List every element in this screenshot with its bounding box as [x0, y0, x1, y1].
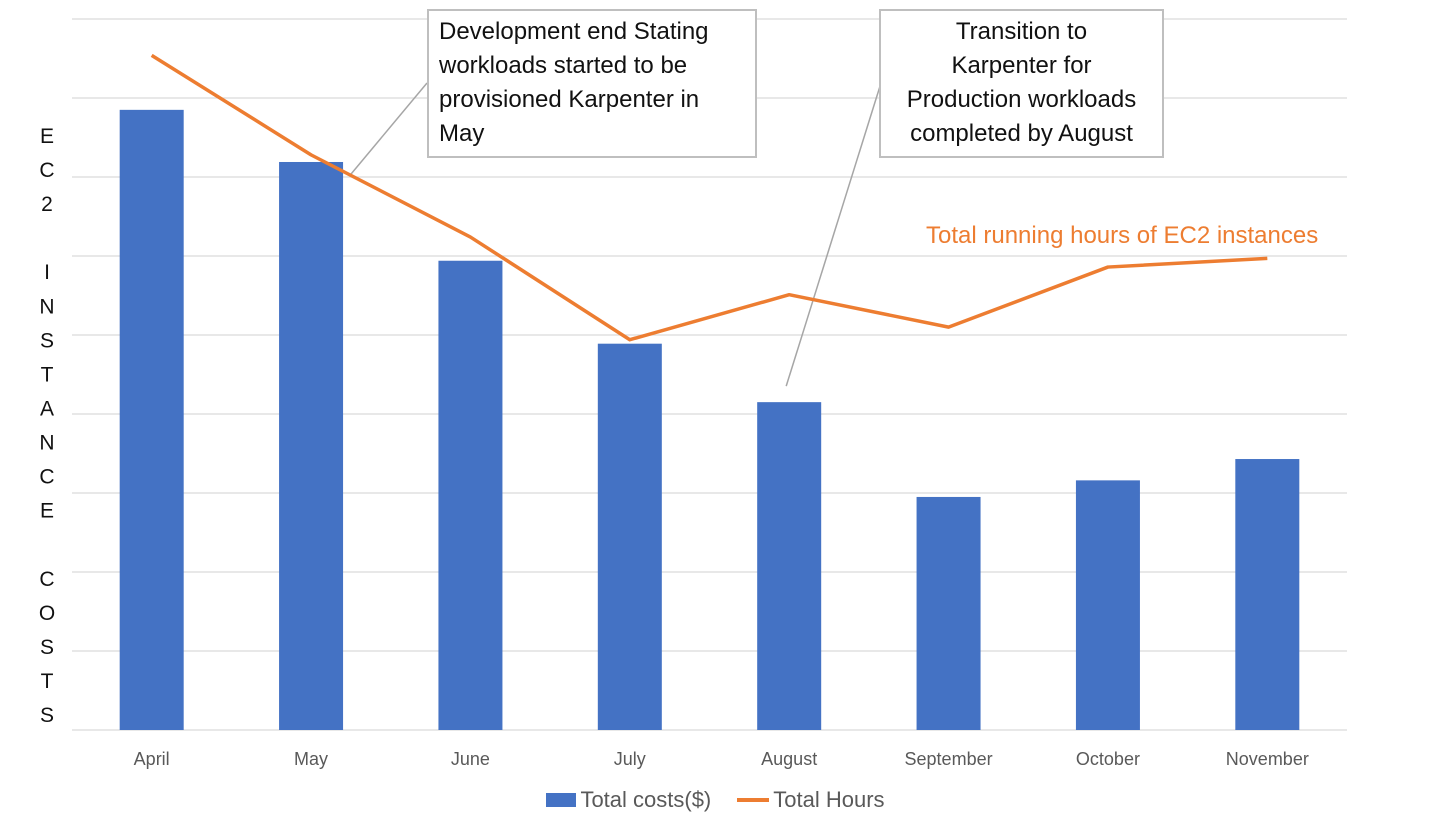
callout-line: provisioned Karpenter in: [439, 86, 700, 113]
callout-line: completed by August: [910, 120, 1133, 147]
x-tick-label: September: [905, 749, 993, 769]
legend-line-swatch: [737, 798, 770, 802]
callout-line: May: [439, 120, 485, 147]
x-tick-label: June: [451, 749, 490, 769]
bar-may: [279, 161, 344, 731]
legend-item-costs[interactable]: Total costs($): [546, 787, 711, 813]
x-tick-label: November: [1226, 749, 1309, 769]
y-axis-label-letter: S: [40, 636, 54, 659]
x-tick-label: July: [614, 749, 646, 769]
bar-series: [119, 109, 1300, 731]
callout-may: Development end Stating workloads starte…: [427, 9, 757, 158]
legend-bar-swatch: [546, 793, 577, 807]
x-tick-label: April: [134, 749, 170, 769]
y-axis-label-letter: N: [39, 295, 54, 318]
legend-label: Total Hours: [773, 787, 885, 812]
y-axis-label-letter: S: [40, 329, 54, 352]
callout-line: Karpenter for: [951, 52, 1092, 79]
y-axis-label-letter: S: [40, 704, 54, 727]
bar-october: [1075, 480, 1140, 730]
y-axis-label-letter: E: [40, 500, 54, 523]
y-axis-label: EC2INSTANCECOSTS: [39, 125, 55, 727]
y-axis-label-letter: T: [41, 363, 54, 386]
x-tick-label: October: [1076, 749, 1140, 769]
y-axis-label-letter: E: [40, 125, 54, 148]
y-axis-label-letter: N: [39, 432, 54, 455]
x-tick-label: May: [294, 749, 328, 769]
x-tick-label: August: [761, 749, 817, 769]
bar-july: [597, 343, 662, 730]
leader-line-may: [350, 82, 428, 175]
y-axis-label-letter: O: [39, 602, 55, 625]
y-axis-label-letter: T: [41, 670, 54, 693]
callout-line: Transition to: [955, 18, 1088, 45]
y-axis-label-letter: C: [39, 568, 54, 591]
leader-line-august: [785, 82, 882, 387]
callout-line: Production workloads: [906, 86, 1137, 113]
bar-june: [438, 260, 503, 730]
y-axis-label-letter: 2: [41, 193, 53, 216]
callout-line: Development end Stating: [439, 18, 709, 45]
y-axis-label-letter: I: [44, 261, 50, 284]
legend: Total costs($) Total Hours: [0, 787, 1431, 813]
bar-november: [1235, 459, 1300, 730]
callout-august: Transition to Karpenter for Production w…: [879, 9, 1164, 158]
x-axis-ticks: April May June July August September October No…: [134, 749, 1309, 769]
bar-september: [916, 496, 981, 730]
y-axis-label-letter: C: [39, 159, 54, 182]
bar-april: [119, 109, 184, 731]
callout-line: workloads started to be: [439, 52, 688, 79]
y-axis-label-letter: A: [40, 397, 54, 420]
legend-label: Total costs($): [580, 787, 712, 812]
y-axis-label-letter: C: [39, 466, 54, 489]
line-series-annotation: Total running hours of EC2 instances: [926, 222, 1319, 249]
bar-august: [757, 402, 822, 730]
legend-item-hours[interactable]: Total Hours: [737, 787, 885, 813]
